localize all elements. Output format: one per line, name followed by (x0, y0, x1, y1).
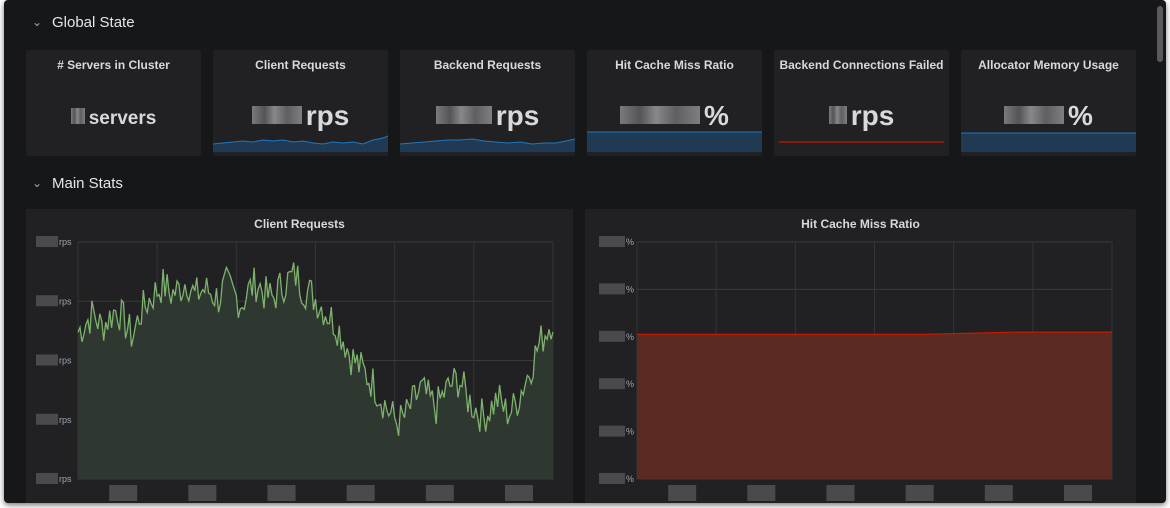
redacted-value (1004, 105, 1065, 124)
redacted-x-tick (188, 485, 217, 501)
hit-cache-graph: %%%%%% (599, 236, 1113, 501)
row-title-label: Global State (52, 14, 135, 31)
stat-unit: servers (88, 108, 157, 129)
redacted-value (435, 105, 492, 124)
redacted-tick (36, 236, 58, 247)
redacted-tick (36, 295, 58, 307)
y-tick-unit: % (626, 474, 634, 484)
stat-unit: % (704, 100, 729, 131)
sparkline (587, 131, 762, 152)
row-title-label: Main Stats (52, 175, 123, 192)
chevron-down-icon: ⌄ (32, 175, 43, 190)
stat-title: # Servers in Cluster (57, 58, 170, 72)
y-tick-unit: rps (59, 474, 72, 484)
redacted-tick (36, 473, 58, 484)
stat-backend-conn-failed[interactable]: Backend Connections Failed rps (774, 50, 949, 156)
redacted-tick (599, 378, 625, 390)
stat-servers[interactable]: # Servers in Cluster servers (26, 50, 201, 156)
redacted-tick (36, 413, 58, 425)
y-tick-unit: % (626, 284, 634, 294)
panel-hit-cache-miss[interactable]: Hit Cache Miss Ratio %%%%%% (585, 209, 1136, 503)
client-requests-graph: rps rps rps rps rps (36, 236, 554, 501)
sparkline (213, 135, 388, 152)
redacted-x-tick (109, 485, 138, 501)
redacted-x-tick (505, 485, 533, 501)
redacted-x-tick (668, 485, 697, 501)
redacted-x-tick (905, 485, 934, 501)
redacted-value (251, 105, 302, 124)
y-tick-unit: % (626, 379, 634, 389)
stat-backend-requests[interactable]: Backend Requests rps (400, 50, 575, 156)
redacted-tick (599, 283, 625, 295)
stat-title: Hit Cache Miss Ratio (615, 58, 734, 72)
stat-unit: rps (305, 100, 350, 131)
y-tick-unit: rps (59, 237, 72, 247)
sparkline (400, 138, 575, 152)
y-tick-unit: rps (59, 296, 72, 306)
panel-client-requests[interactable]: Client Requests rps rps rps rps rps (26, 209, 573, 503)
y-tick-unit: rps (59, 415, 72, 425)
sparkline (779, 141, 944, 143)
redacted-x-tick (346, 485, 375, 501)
redacted-value (70, 107, 85, 124)
stat-title: Backend Requests (433, 58, 542, 72)
redacted-x-tick (984, 485, 1013, 501)
row-global-state[interactable]: ⌄ Global State (32, 14, 135, 31)
y-tick-unit: % (626, 237, 634, 247)
stat-title: Client Requests (255, 58, 346, 72)
redacted-tick (599, 473, 625, 484)
stat-client-requests[interactable]: Client Requests rps (213, 50, 388, 156)
chevron-down-icon: ⌄ (32, 14, 43, 29)
redacted-tick (599, 425, 625, 437)
redacted-value (828, 105, 847, 124)
redacted-x-tick (1064, 485, 1092, 501)
series-area (637, 332, 1112, 479)
stat-hit-cache-miss[interactable]: Hit Cache Miss Ratio % (587, 50, 762, 156)
y-tick-unit: % (626, 427, 634, 437)
scrollbar[interactable] (1157, 6, 1163, 62)
row-main-stats[interactable]: ⌄ Main Stats (32, 175, 123, 192)
redacted-tick (599, 236, 625, 247)
redacted-x-tick (267, 485, 296, 501)
redacted-x-tick (747, 485, 776, 501)
y-tick-unit: rps (59, 356, 72, 366)
stat-value: servers (26, 107, 201, 130)
stat-title: Allocator Memory Usage (978, 58, 1119, 72)
stat-unit: rps (850, 100, 895, 131)
y-tick-unit: % (626, 332, 634, 342)
redacted-x-tick (826, 485, 855, 501)
sparkline (961, 132, 1136, 152)
stat-allocator-memory[interactable]: Allocator Memory Usage % (961, 50, 1136, 156)
redacted-tick (36, 354, 58, 366)
redacted-tick (599, 330, 625, 342)
redacted-value (620, 105, 701, 124)
dashboard: ⌄ Global State # Servers in Cluster serv… (4, 0, 1166, 503)
stat-unit: rps (495, 100, 540, 131)
stat-title: Backend Connections Failed (779, 58, 944, 72)
stat-unit: % (1068, 100, 1093, 131)
redacted-x-tick (425, 485, 454, 501)
